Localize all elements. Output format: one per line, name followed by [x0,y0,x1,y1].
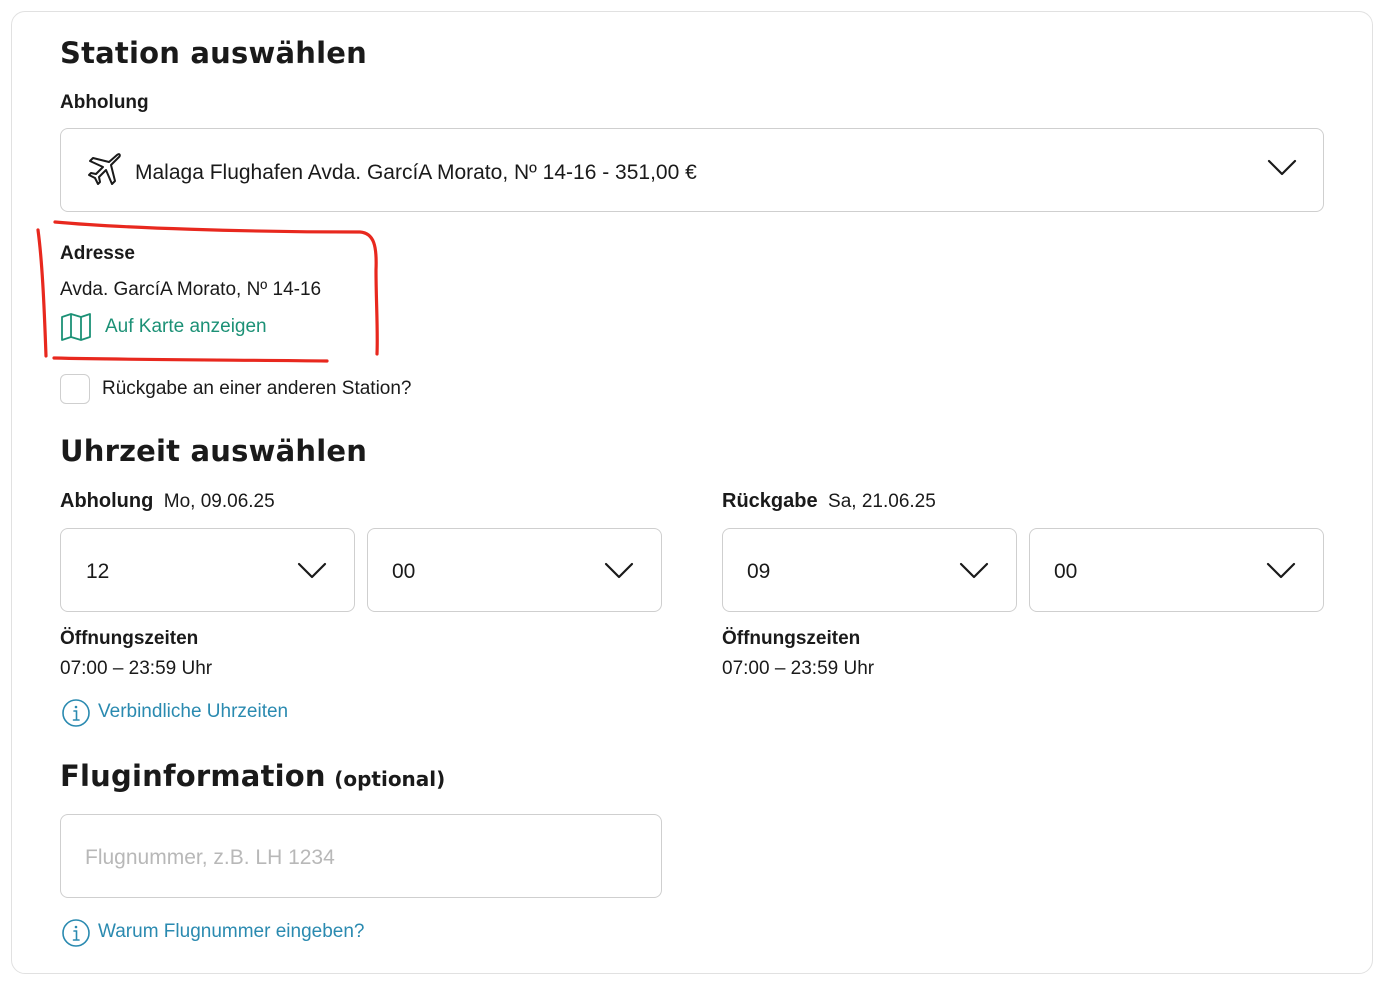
pickup-station-label: Abholung [60,92,149,113]
pickup-time-label: Abholung [60,490,154,512]
time-title: Uhrzeit auswählen [60,434,368,468]
station-title: Station auswählen [60,36,367,70]
chevron-down-icon [959,562,989,585]
flight-number-input[interactable]: Flugnummer, z.B. LH 1234 [60,814,662,898]
chevron-down-icon [1267,159,1297,182]
return-minute-select[interactable]: 00 [1029,528,1324,612]
pickup-hour-select[interactable]: 12 [60,528,355,612]
address-label: Adresse [60,243,135,264]
pickup-minute-select[interactable]: 00 [367,528,662,612]
airplane-icon [87,151,123,192]
flight-header: Fluginformation (optional) [60,759,445,793]
pickup-minute-value: 00 [392,560,416,583]
show-on-map-label: Auf Karte anzeigen [105,316,267,337]
info-icon [61,918,91,953]
map-icon [60,312,92,347]
return-other-station-checkbox[interactable] [60,374,90,404]
chevron-down-icon [604,562,634,585]
chevron-down-icon [297,562,327,585]
why-flight-number-label: Warum Flugnummer eingeben? [98,921,365,942]
address-value: Avda. GarcíA Morato, Nº 14-16 [60,279,322,300]
return-time-label: Rückgabe [722,490,818,512]
return-hour-select[interactable]: 09 [722,528,1017,612]
pickup-date: Mo, 09.06.25 [163,491,275,512]
pickup-opening-label: Öffnungszeiten [60,628,199,649]
pickup-time-header: Abholung Mo, 09.06.25 [60,490,275,513]
return-opening-label: Öffnungszeiten [722,628,861,649]
return-opening-hours: 07:00 – 23:59 Uhr [722,658,875,679]
info-icon [61,698,91,733]
pickup-hour-value: 12 [86,560,110,583]
pickup-opening-hours: 07:00 – 23:59 Uhr [60,658,213,679]
flight-number-placeholder: Flugnummer, z.B. LH 1234 [85,846,335,869]
pickup-station-value: Malaga Flughafen Avda. GarcíA Morato, Nº… [135,161,697,184]
return-minute-value: 00 [1054,560,1078,583]
return-time-header: Rückgabe Sa, 21.06.25 [722,490,936,513]
pickup-station-select[interactable]: Malaga Flughafen Avda. GarcíA Morato, Nº… [60,128,1324,212]
return-hour-value: 09 [747,560,771,583]
return-date: Sa, 21.06.25 [828,491,936,512]
return-other-station-label: Rückgabe an einer anderen Station? [102,378,412,399]
binding-times-label: Verbindliche Uhrzeiten [98,701,289,722]
chevron-down-icon [1266,562,1296,585]
flight-title: Fluginformation [60,759,326,793]
flight-optional-label: (optional) [334,767,446,791]
